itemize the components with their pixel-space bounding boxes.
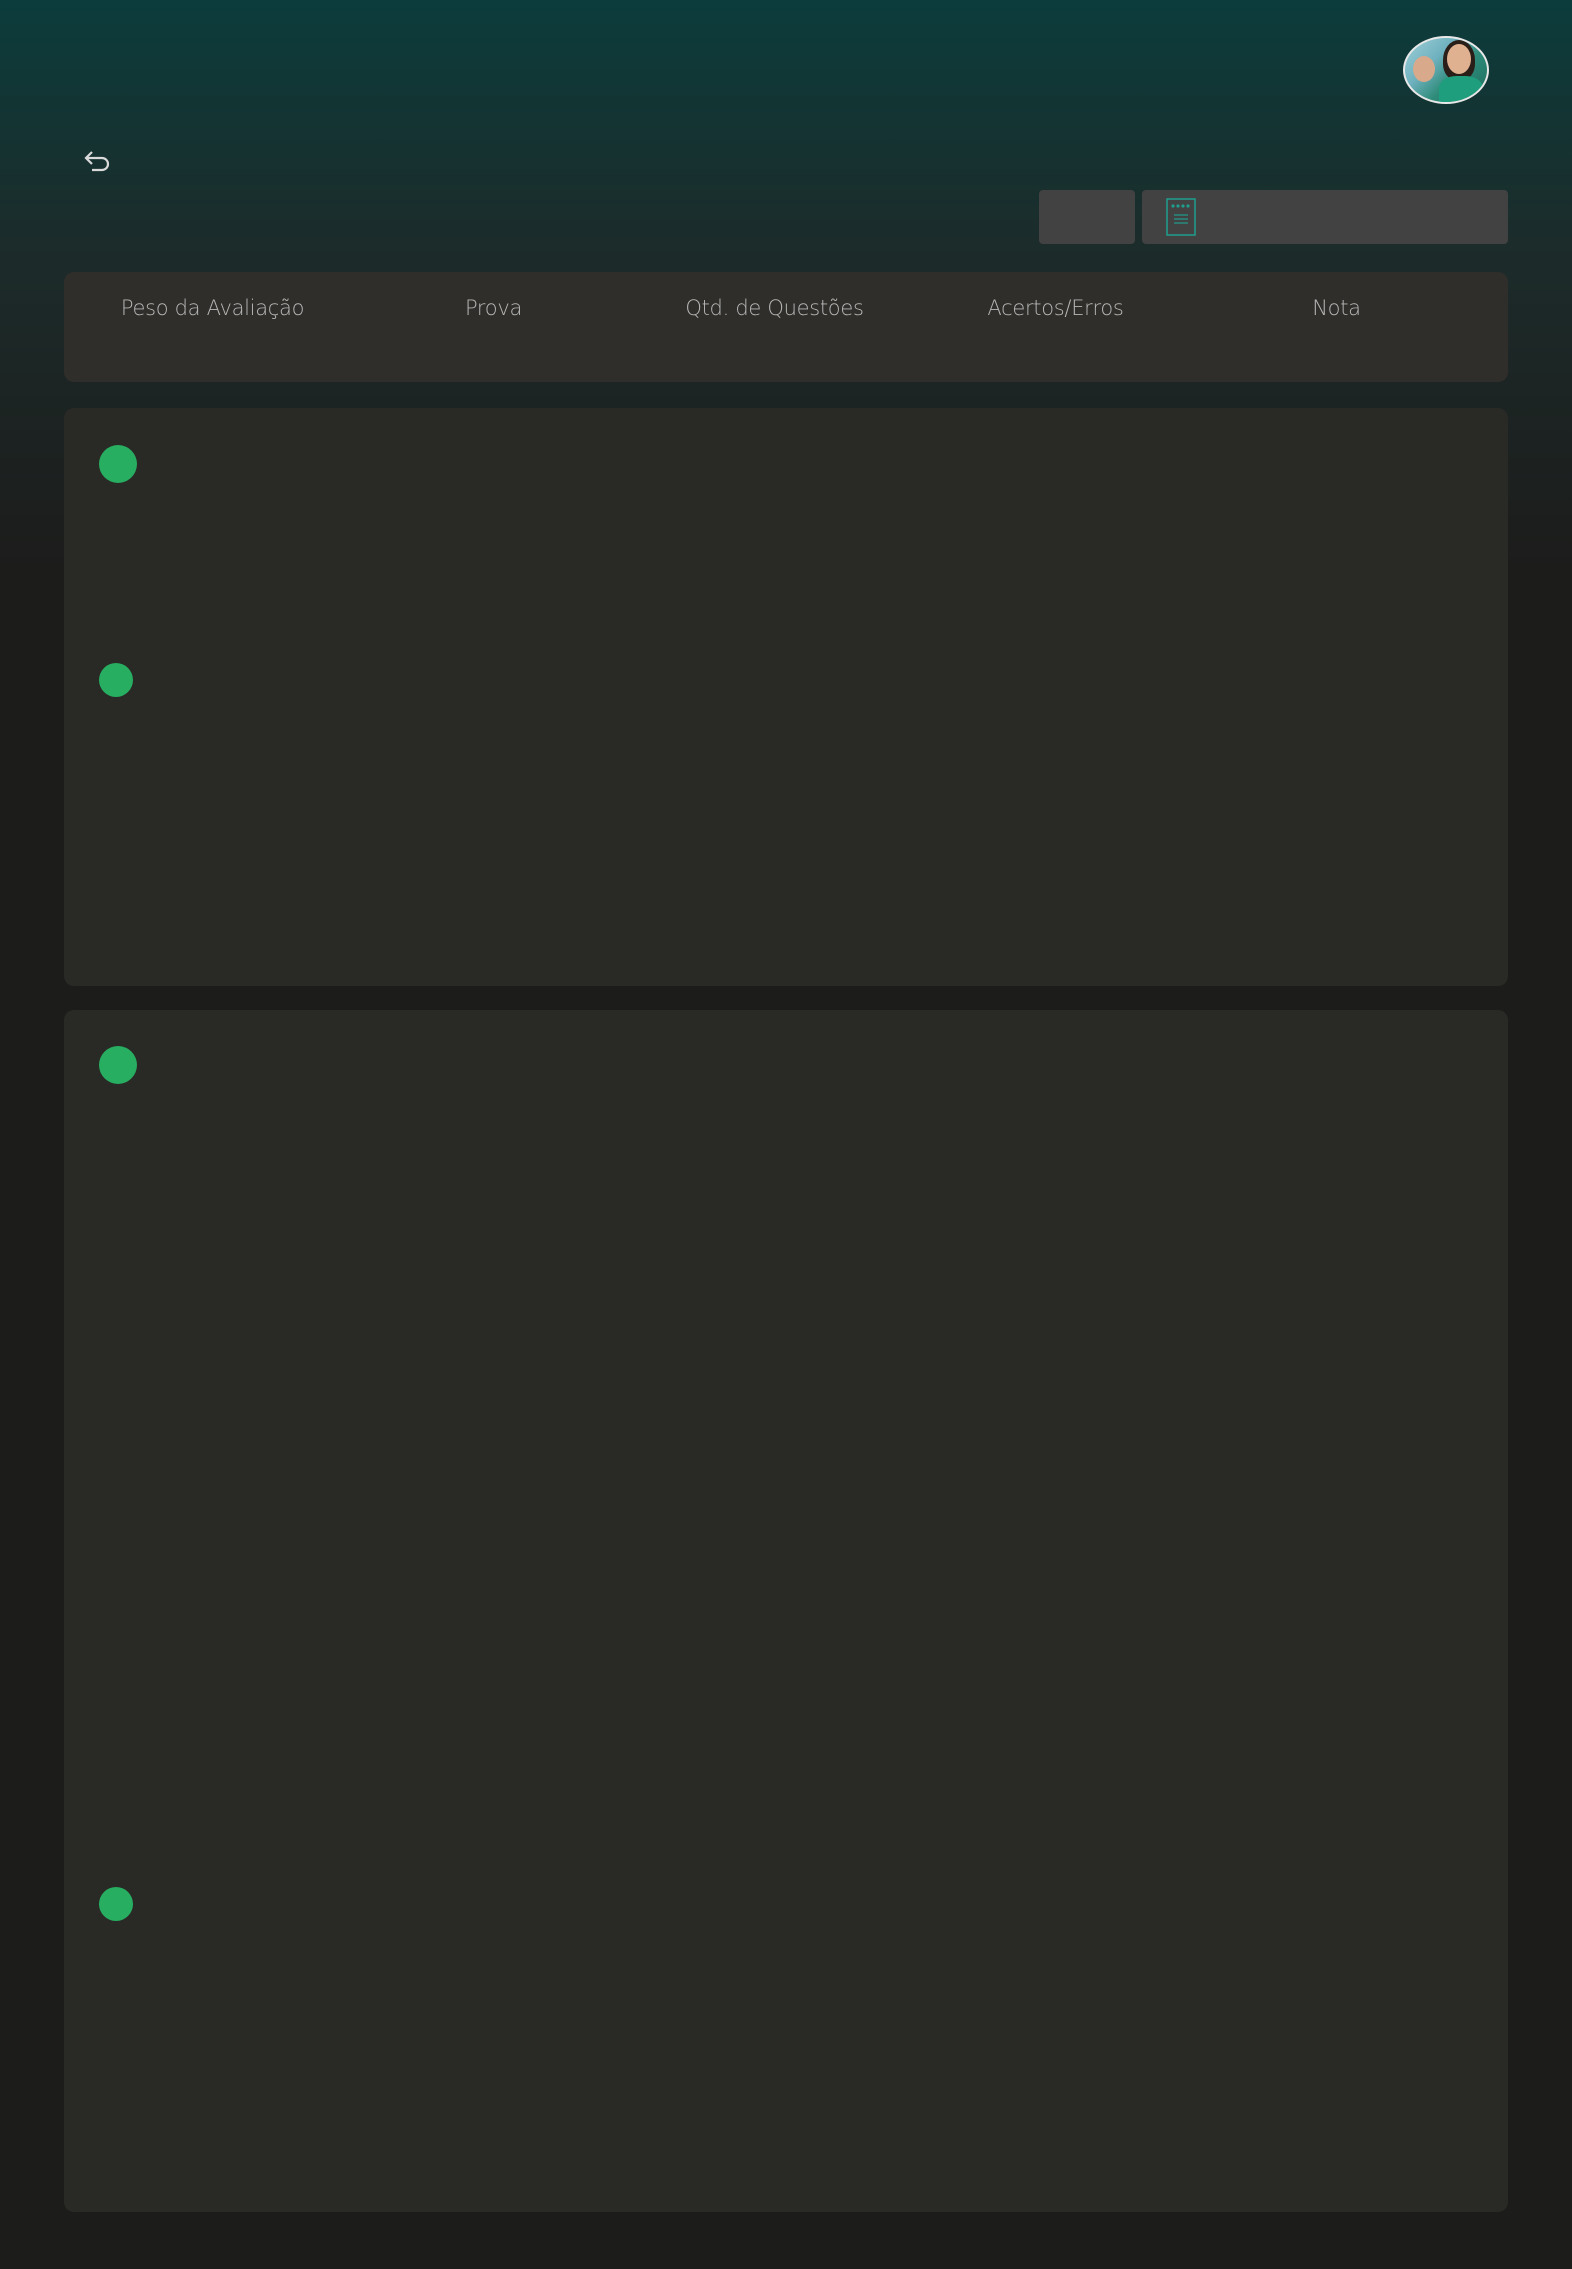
status-dot bbox=[99, 1046, 137, 1084]
avatar-body bbox=[1439, 76, 1483, 102]
status-dot bbox=[99, 1887, 133, 1921]
user-avatar[interactable] bbox=[1403, 36, 1489, 104]
status-dot bbox=[99, 663, 133, 697]
column-header-hits-misses: Acertos/Erros bbox=[987, 296, 1124, 320]
column-header-grade: Nota bbox=[1312, 296, 1361, 320]
column-header-exam: Prova bbox=[464, 296, 523, 320]
column-header-question-count: Qtd. de Questões bbox=[685, 296, 864, 320]
avatar-face bbox=[1447, 44, 1471, 74]
column-header-weight: Peso da Avaliação bbox=[120, 296, 305, 320]
filter-button[interactable] bbox=[1039, 190, 1135, 244]
evaluation-card bbox=[64, 1010, 1508, 2212]
evaluation-card bbox=[64, 408, 1508, 986]
document-icon bbox=[1166, 198, 1196, 236]
document-select[interactable] bbox=[1142, 190, 1508, 244]
return-arrow-icon[interactable] bbox=[80, 146, 112, 178]
grades-table-header: Peso da Avaliação Prova Qtd. de Questões… bbox=[64, 272, 1508, 382]
avatar-face bbox=[1413, 56, 1435, 82]
status-dot bbox=[99, 445, 137, 483]
